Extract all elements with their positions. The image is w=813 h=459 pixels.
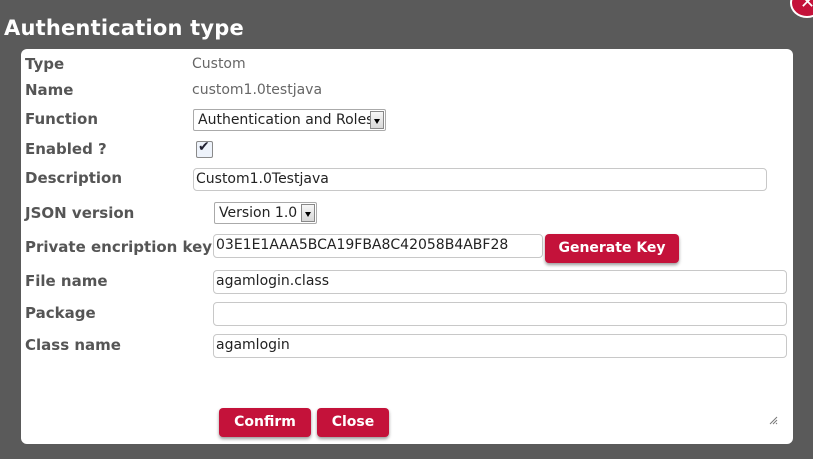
checkmark-icon: ✔ (198, 139, 210, 155)
private-key-label: Private encription key (25, 238, 213, 256)
private-key-input[interactable]: 03E1E1AAA5BCA19FBA8C42058B4ABF28 (213, 234, 543, 258)
close-dialog-button[interactable]: ✕ (790, 0, 813, 18)
description-label: Description (25, 169, 123, 187)
confirm-button[interactable]: Confirm (219, 408, 311, 437)
dialog-panel: Type Custom Name custom1.0testjava Funct… (21, 49, 793, 444)
chevron-down-icon[interactable] (301, 204, 315, 222)
enabled-label: Enabled ? (25, 140, 107, 158)
dialog-title: Authentication type (4, 16, 244, 40)
class-name-input[interactable]: agamlogin (213, 334, 787, 358)
json-version-label: JSON version (25, 204, 135, 222)
type-value: Custom (192, 56, 246, 72)
close-icon: ✕ (800, 0, 813, 13)
chevron-down-icon[interactable] (370, 111, 384, 129)
description-input[interactable]: Custom1.0Testjava (193, 168, 767, 191)
generate-key-button[interactable]: Generate Key (545, 234, 679, 263)
enabled-checkbox[interactable]: ✔ (196, 139, 213, 158)
name-label: Name (25, 81, 74, 99)
json-version-select[interactable]: Version 1.0 (214, 202, 317, 224)
class-name-label: Class name (25, 336, 121, 354)
close-button[interactable]: Close (317, 408, 389, 437)
file-name-input[interactable]: agamlogin.class (213, 270, 787, 294)
function-select[interactable]: Authentication and Roles (193, 109, 386, 131)
file-name-label: File name (25, 272, 108, 290)
package-input[interactable] (213, 302, 787, 326)
resize-grip-icon[interactable] (768, 415, 778, 425)
json-version-select-value: Version 1.0 (219, 205, 298, 221)
function-label: Function (25, 110, 99, 128)
function-select-value: Authentication and Roles (198, 112, 374, 128)
type-label: Type (25, 55, 65, 73)
name-value: custom1.0testjava (192, 82, 323, 98)
package-label: Package (25, 304, 96, 322)
